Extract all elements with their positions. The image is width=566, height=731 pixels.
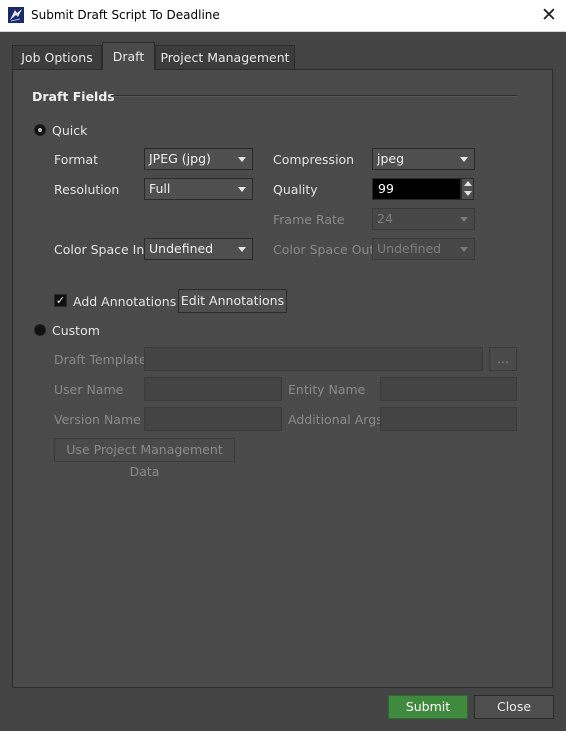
quick-label: Quick bbox=[52, 123, 88, 138]
draft-template-field bbox=[144, 347, 483, 371]
version-name-field bbox=[144, 407, 282, 431]
entity-name-field bbox=[380, 377, 517, 401]
edit-annotations-button[interactable]: Edit Annotations bbox=[178, 289, 287, 313]
compression-value: jpeg bbox=[377, 151, 405, 166]
color-space-in-dropdown[interactable]: Undefined bbox=[144, 238, 253, 260]
section-divider bbox=[111, 95, 517, 97]
custom-radio[interactable] bbox=[34, 324, 46, 336]
user-name-label: User Name bbox=[54, 382, 124, 397]
window-close-icon[interactable]: ✕ bbox=[536, 3, 562, 27]
color-space-out-label: Color Space Out bbox=[273, 242, 375, 257]
add-annotations-label: Add Annotations bbox=[73, 294, 177, 309]
color-space-in-value: Undefined bbox=[149, 241, 214, 256]
chevron-down-icon bbox=[460, 247, 468, 252]
quick-radio[interactable] bbox=[34, 124, 46, 136]
frame-rate-label: Frame Rate bbox=[273, 212, 345, 227]
add-annotations-checkbox[interactable]: ✓ bbox=[54, 294, 67, 307]
custom-label: Custom bbox=[52, 323, 100, 338]
resolution-label: Resolution bbox=[54, 182, 120, 197]
spin-down-icon[interactable] bbox=[464, 191, 472, 196]
quality-label: Quality bbox=[273, 182, 318, 197]
window-title: Submit Draft Script To Deadline bbox=[31, 8, 220, 22]
chevron-down-icon bbox=[238, 157, 246, 162]
chevron-down-icon bbox=[460, 217, 468, 222]
format-label: Format bbox=[54, 152, 99, 167]
draft-template-label: Draft Template bbox=[54, 352, 147, 367]
quality-spinbox[interactable]: 99 bbox=[372, 178, 461, 200]
submit-button[interactable]: Submit bbox=[388, 695, 468, 719]
tab-project-management[interactable]: Project Management bbox=[155, 45, 295, 69]
spin-up-icon[interactable] bbox=[464, 181, 472, 186]
frame-rate-dropdown: 24 bbox=[372, 208, 475, 230]
compression-dropdown[interactable]: jpeg bbox=[372, 148, 475, 170]
additional-args-field bbox=[380, 407, 517, 431]
close-button[interactable]: Close bbox=[474, 695, 554, 719]
browse-button: ... bbox=[489, 347, 517, 371]
resolution-dropdown[interactable]: Full bbox=[144, 178, 253, 200]
additional-args-label: Additional Args bbox=[288, 412, 383, 427]
entity-name-label: Entity Name bbox=[288, 382, 366, 397]
draft-fields-heading: Draft Fields bbox=[32, 89, 115, 104]
format-value: JPEG (jpg) bbox=[149, 151, 211, 166]
chevron-down-icon bbox=[460, 157, 468, 162]
tab-draft[interactable]: Draft bbox=[102, 42, 155, 70]
resolution-value: Full bbox=[149, 181, 171, 196]
compression-label: Compression bbox=[273, 152, 355, 167]
quality-stepper[interactable] bbox=[461, 178, 474, 200]
chevron-down-icon bbox=[238, 247, 246, 252]
tab-job-options[interactable]: Job Options bbox=[12, 45, 102, 69]
color-space-out-dropdown: Undefined bbox=[372, 238, 475, 260]
color-space-out-value: Undefined bbox=[377, 241, 442, 256]
deadline-app-icon bbox=[8, 7, 24, 23]
format-dropdown[interactable]: JPEG (jpg) bbox=[144, 148, 253, 170]
chevron-down-icon bbox=[238, 187, 246, 192]
version-name-label: Version Name bbox=[54, 412, 141, 427]
user-name-field bbox=[144, 377, 282, 401]
use-project-management-data-button: Use Project Management Data bbox=[54, 438, 235, 479]
frame-rate-value: 24 bbox=[377, 211, 393, 226]
color-space-in-label: Color Space In bbox=[54, 242, 145, 257]
